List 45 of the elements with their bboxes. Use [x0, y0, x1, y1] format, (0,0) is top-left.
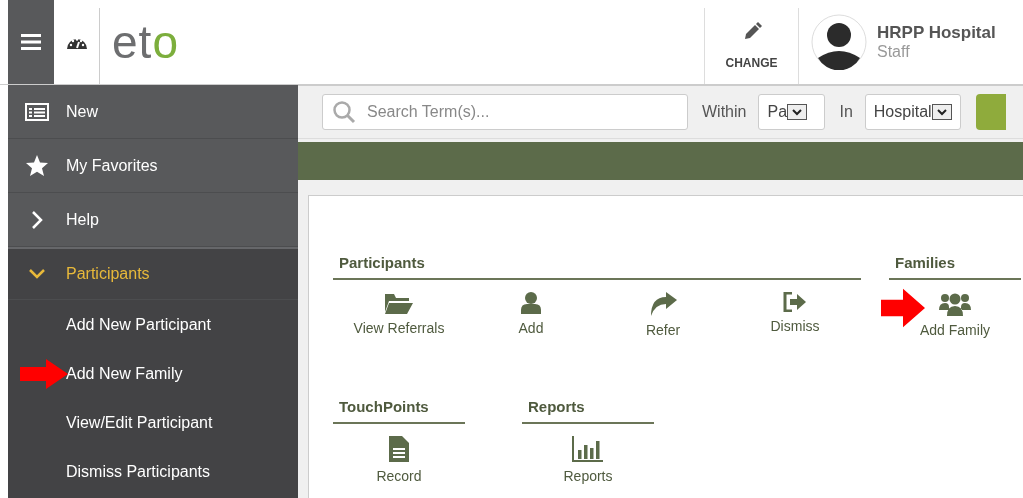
chevron-down-icon [28, 268, 46, 280]
exit-icon [783, 292, 807, 312]
action-link[interactable]: Add Family [920, 292, 990, 338]
action-link[interactable]: Dismiss [770, 292, 820, 338]
dropdown-icon [787, 104, 808, 120]
menu-button[interactable] [8, 0, 54, 84]
action-link[interactable]: View Referrals [353, 292, 445, 338]
avatar-icon [811, 14, 867, 70]
folder-icon [385, 292, 413, 314]
section-heading: Reports [522, 398, 654, 424]
in-label: In [839, 103, 853, 121]
logo: eto [112, 15, 179, 69]
action-link[interactable]: Record [376, 436, 422, 484]
list-icon [25, 102, 49, 121]
user-name: HRPP Hospital [877, 23, 996, 43]
bar-chart-icon [572, 436, 604, 462]
sidebar-item[interactable]: My Favorites [8, 139, 298, 193]
action-link[interactable]: Add [518, 292, 544, 338]
search-icon [332, 100, 356, 124]
sidebar-item[interactable]: Help [8, 193, 298, 247]
change-button[interactable]: CHANGE [704, 8, 799, 84]
share-arrow-icon [649, 292, 677, 316]
sidebar-subitem[interactable]: Dismiss Participants [8, 447, 298, 496]
star-icon [26, 155, 48, 176]
document-icon [389, 436, 409, 462]
sidebar-subitem[interactable]: View/Edit Participant [8, 398, 298, 447]
action-link[interactable]: Reports [563, 436, 613, 484]
menu-icon [21, 34, 41, 50]
user-role: Staff [877, 43, 911, 61]
sidebar-subitem[interactable]: Add New Participant [8, 300, 298, 349]
chevron-right-icon [31, 209, 43, 230]
group-icon [939, 292, 971, 316]
sidebar-subitem[interactable]: Add New Family [8, 349, 298, 398]
within-label: Within [702, 103, 747, 121]
sidebar-item[interactable]: New [8, 85, 298, 139]
dropdown-icon [931, 104, 952, 120]
action-link[interactable]: Refer [645, 292, 681, 338]
search-field[interactable]: Search Term(s)... [322, 94, 688, 130]
section-heading: Families [889, 254, 1021, 280]
within-dropdown[interactable]: Pa [758, 94, 826, 130]
section-heading: Participants [333, 254, 861, 280]
section-heading: TouchPoints [333, 398, 465, 424]
user-icon [521, 292, 541, 314]
sidebar-item[interactable]: Participants [8, 247, 298, 300]
in-dropdown[interactable]: Hospital [864, 94, 961, 130]
